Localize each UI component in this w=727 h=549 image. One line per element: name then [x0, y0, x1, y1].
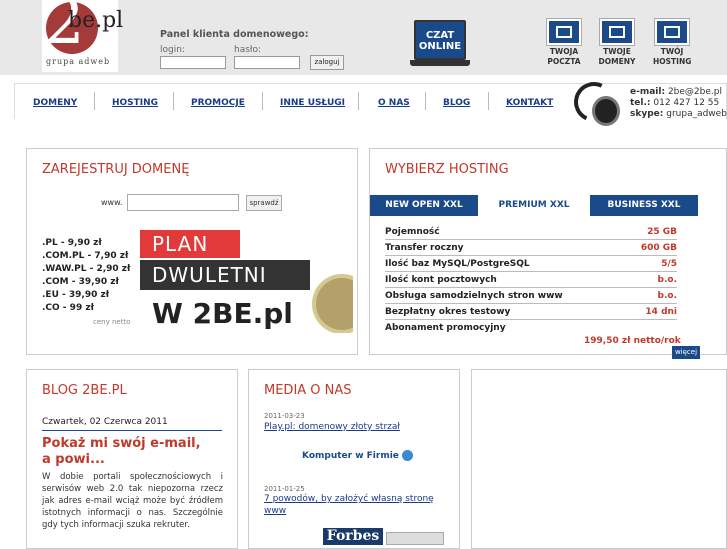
price-eu: .EU - 39,90 zł — [42, 290, 110, 300]
domain-input[interactable] — [127, 194, 239, 211]
login-title: Panel klienta domenowego: — [160, 29, 309, 40]
www-label: www. — [101, 198, 123, 207]
nav-inne-uslugi[interactable]: INNE USŁUGI — [280, 98, 345, 108]
login-label: login: — [160, 45, 185, 55]
promo-price: 199,50 zł netto/rok — [584, 336, 681, 346]
spec-row: Bezpłatny okres testowy 14 dni — [385, 304, 677, 320]
coin-image — [312, 274, 353, 333]
forbes-logo[interactable]: Forbes — [323, 528, 383, 545]
login-input[interactable] — [160, 56, 226, 69]
nav-hosting[interactable]: HOSTING — [112, 98, 158, 108]
laptop-base — [410, 60, 470, 66]
password-input[interactable] — [234, 56, 300, 69]
spec-row: Obsługa samodzielnych stron www b.o. — [385, 288, 677, 304]
hosting-title: WYBIERZ HOSTING — [385, 162, 509, 177]
hosting-shortcut[interactable]: TWÓJ HOSTING — [653, 19, 691, 71]
right-panel — [471, 369, 727, 549]
server-icon — [655, 19, 689, 45]
price-compl: .COM.PL - 7,90 zł — [42, 251, 129, 261]
netto-note: ceny netto — [93, 318, 131, 326]
nav-o-nas[interactable]: O NAS — [378, 98, 410, 108]
chat-online-button[interactable]: CZAT ONLINE — [410, 20, 470, 68]
blog-excerpt: W dobie portali społecznościowych i serw… — [42, 472, 223, 530]
login-button[interactable]: zaloguj — [310, 55, 344, 70]
divider — [42, 430, 222, 431]
spec-row: Pojemność 25 GB — [385, 224, 677, 240]
nav-promocje[interactable]: PROMOCJE — [191, 98, 245, 108]
forbes-cover — [386, 532, 444, 545]
price-co: .CO - 99 zł — [42, 303, 94, 313]
media-date: 2011-01-25 — [264, 485, 305, 493]
top-bar: 2 be.pl grupa adweb Panel klienta domeno… — [0, 0, 727, 75]
logo[interactable]: 2 be.pl grupa adweb — [42, 0, 123, 72]
spec-row: Ilość kont pocztowych b.o. — [385, 272, 677, 288]
mail-shortcut[interactable]: TWOJA POCZTA — [545, 19, 583, 71]
komputer-w-firmie-logo[interactable]: Komputer w Firmie — [302, 450, 414, 461]
price-pl: .PL - 9,90 zł — [42, 238, 102, 248]
blog-post-title[interactable]: Pokaż mi swój e-mail, a powi... — [42, 436, 212, 468]
price-wawpl: .WAW.PL - 2,90 zł — [42, 264, 131, 274]
more-button[interactable]: więcej — [672, 346, 700, 359]
blog-title: BLOG 2BE.PL — [42, 383, 127, 398]
tab-premium-xxl[interactable]: PREMIUM XXL — [478, 195, 590, 216]
headset-icon — [568, 76, 628, 130]
mail-icon — [547, 19, 581, 45]
nav-blog[interactable]: BLOG — [443, 98, 470, 108]
price-com: .COM - 39,90 zł — [42, 277, 119, 287]
nav-kontakt[interactable]: KONTAKT — [506, 98, 553, 108]
domain-title: ZAREJESTRUJ DOMENĘ — [42, 162, 190, 177]
domains-shortcut[interactable]: TWOJE DOMENY — [598, 19, 636, 71]
plan-banner[interactable]: PLAN DWULETNI W 2BE.pl — [140, 230, 353, 333]
blog-date: Czwartek, 02 Czerwca 2011 — [42, 417, 168, 427]
logo-sub: be.pl — [68, 8, 124, 33]
check-button[interactable]: sprawdź — [246, 195, 282, 211]
monitor-icon — [600, 19, 634, 45]
contact-info: e-mail: 2be@2be.pl tel.: 012 427 12 55 s… — [630, 87, 727, 119]
tab-business-xxl[interactable]: BUSINESS XXL — [590, 195, 698, 216]
tab-new-open-xxl[interactable]: NEW OPEN XXL — [370, 195, 478, 216]
hosting-tabs: NEW OPEN XXL PREMIUM XXL BUSINESS XXL — [370, 195, 727, 216]
laptop-icon: CZAT ONLINE — [414, 20, 466, 60]
media-link[interactable]: 7 powodów, by założyć własną stronę www — [264, 493, 439, 517]
media-date: 2011-03-23 — [264, 412, 305, 420]
media-link[interactable]: Play.pl: domenowy złoty strzał — [264, 421, 439, 433]
password-label: hasło: — [234, 45, 262, 55]
spec-row: Abonament promocyjny — [385, 323, 506, 333]
nav-domeny[interactable]: DOMENY — [33, 98, 77, 108]
media-title: MEDIA O NAS — [264, 383, 352, 398]
spec-row: Ilość baz MySQL/PostgreSQL 5/5 — [385, 256, 677, 272]
logo-tagline: grupa adweb — [46, 57, 111, 66]
spec-row: Transfer roczny 600 GB — [385, 240, 677, 256]
